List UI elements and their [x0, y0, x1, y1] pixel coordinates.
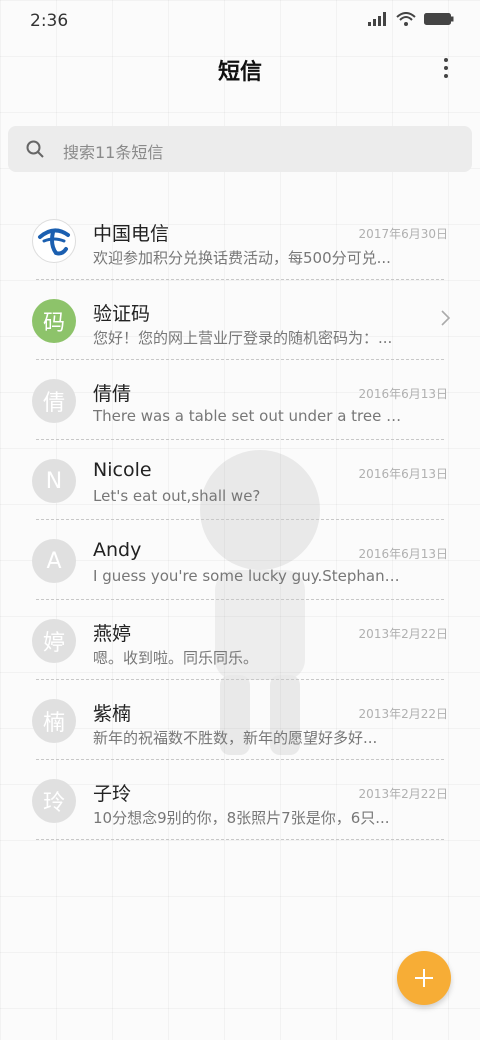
message-date: 2013年2月22日 [358, 707, 448, 721]
contact-name: 中国电信 [93, 223, 170, 245]
conversation-item[interactable]: 婷 燕婷 2013年2月22日 嗯。收到啦。同乐同乐。 [0, 600, 480, 680]
new-message-button[interactable] [397, 951, 451, 1005]
message-preview: 10分想念9别的你，8张照片7张是你，6只... [93, 809, 390, 827]
conversation-item[interactable]: 玲 子玲 2013年2月22日 10分想念9别的你，8张照片7张是你，6只... [0, 760, 480, 840]
contact-name: 验证码 [93, 303, 151, 325]
search-placeholder: 搜索11条短信 [63, 143, 164, 162]
conversation-item[interactable]: N Nicole 2016年6月13日 Let's eat out,shall … [0, 440, 480, 520]
contact-name: 紫楠 [93, 703, 132, 725]
avatar: 婷 [32, 619, 76, 663]
contact-name: 子玲 [93, 783, 132, 805]
avatar: 倩 [32, 379, 76, 423]
conversation-item[interactable]: 码 验证码 您好！您的网上营业厅登录的随机密码为：... [0, 280, 480, 360]
conversation-item[interactable]: 倩 倩倩 2016年6月13日 There was a table set ou… [0, 360, 480, 440]
message-date: 2016年6月13日 [358, 387, 448, 401]
conversation-item[interactable]: 中国电信 2017年6月30日 欢迎参加积分兑换话费活动，每500分可兑... [0, 200, 480, 280]
conversation-item[interactable]: 楠 紫楠 2013年2月22日 新年的祝福数不胜数，新年的愿望好多好... [0, 680, 480, 760]
message-preview: Let's eat out,shall we? [93, 487, 261, 505]
contact-name: Andy [93, 539, 142, 561]
chevron-right-icon [441, 310, 450, 326]
status-bar: 2:36 [0, 0, 480, 44]
signal-icon [368, 12, 386, 26]
page-title: 短信 [217, 60, 262, 85]
message-preview: 欢迎参加积分兑换话费活动，每500分可兑... [93, 249, 391, 267]
battery-icon [424, 13, 454, 25]
status-icons [368, 12, 454, 26]
conversation-list: 中国电信 2017年6月30日 欢迎参加积分兑换话费活动，每500分可兑... … [0, 200, 480, 840]
china-telecom-logo-icon [38, 228, 70, 256]
search-icon [26, 140, 44, 158]
search-input[interactable]: 搜索11条短信 [8, 126, 472, 172]
message-preview: 嗯。收到啦。同乐同乐。 [93, 649, 259, 667]
message-preview: I guess you're some lucky guy.Stephani..… [93, 567, 403, 585]
message-date: 2017年6月30日 [358, 227, 448, 241]
divider [36, 839, 444, 840]
status-time: 2:36 [30, 11, 69, 31]
contact-name: Nicole [93, 459, 152, 481]
message-preview: 您好！您的网上营业厅登录的随机密码为：... [93, 329, 393, 347]
message-preview: 新年的祝福数不胜数，新年的愿望好多好... [93, 729, 378, 747]
message-date: 2013年2月22日 [358, 627, 448, 641]
conversation-item[interactable]: A Andy 2016年6月13日 I guess you're some lu… [0, 520, 480, 600]
wifi-icon [396, 12, 416, 26]
app-header: 短信 [0, 44, 480, 94]
avatar: N [32, 459, 76, 503]
message-date: 2016年6月13日 [358, 467, 448, 481]
message-preview: There was a table set out under a tree i… [93, 407, 403, 425]
china-telecom-logo-avatar [32, 219, 76, 263]
contact-name: 倩倩 [93, 383, 132, 405]
message-date: 2013年2月22日 [358, 787, 448, 801]
avatar: 玲 [32, 779, 76, 823]
more-vertical-icon[interactable] [442, 58, 450, 80]
message-date: 2016年6月13日 [358, 547, 448, 561]
avatar: 码 [32, 299, 76, 343]
avatar: A [32, 539, 76, 583]
contact-name: 燕婷 [93, 623, 132, 645]
avatar: 楠 [32, 699, 76, 743]
